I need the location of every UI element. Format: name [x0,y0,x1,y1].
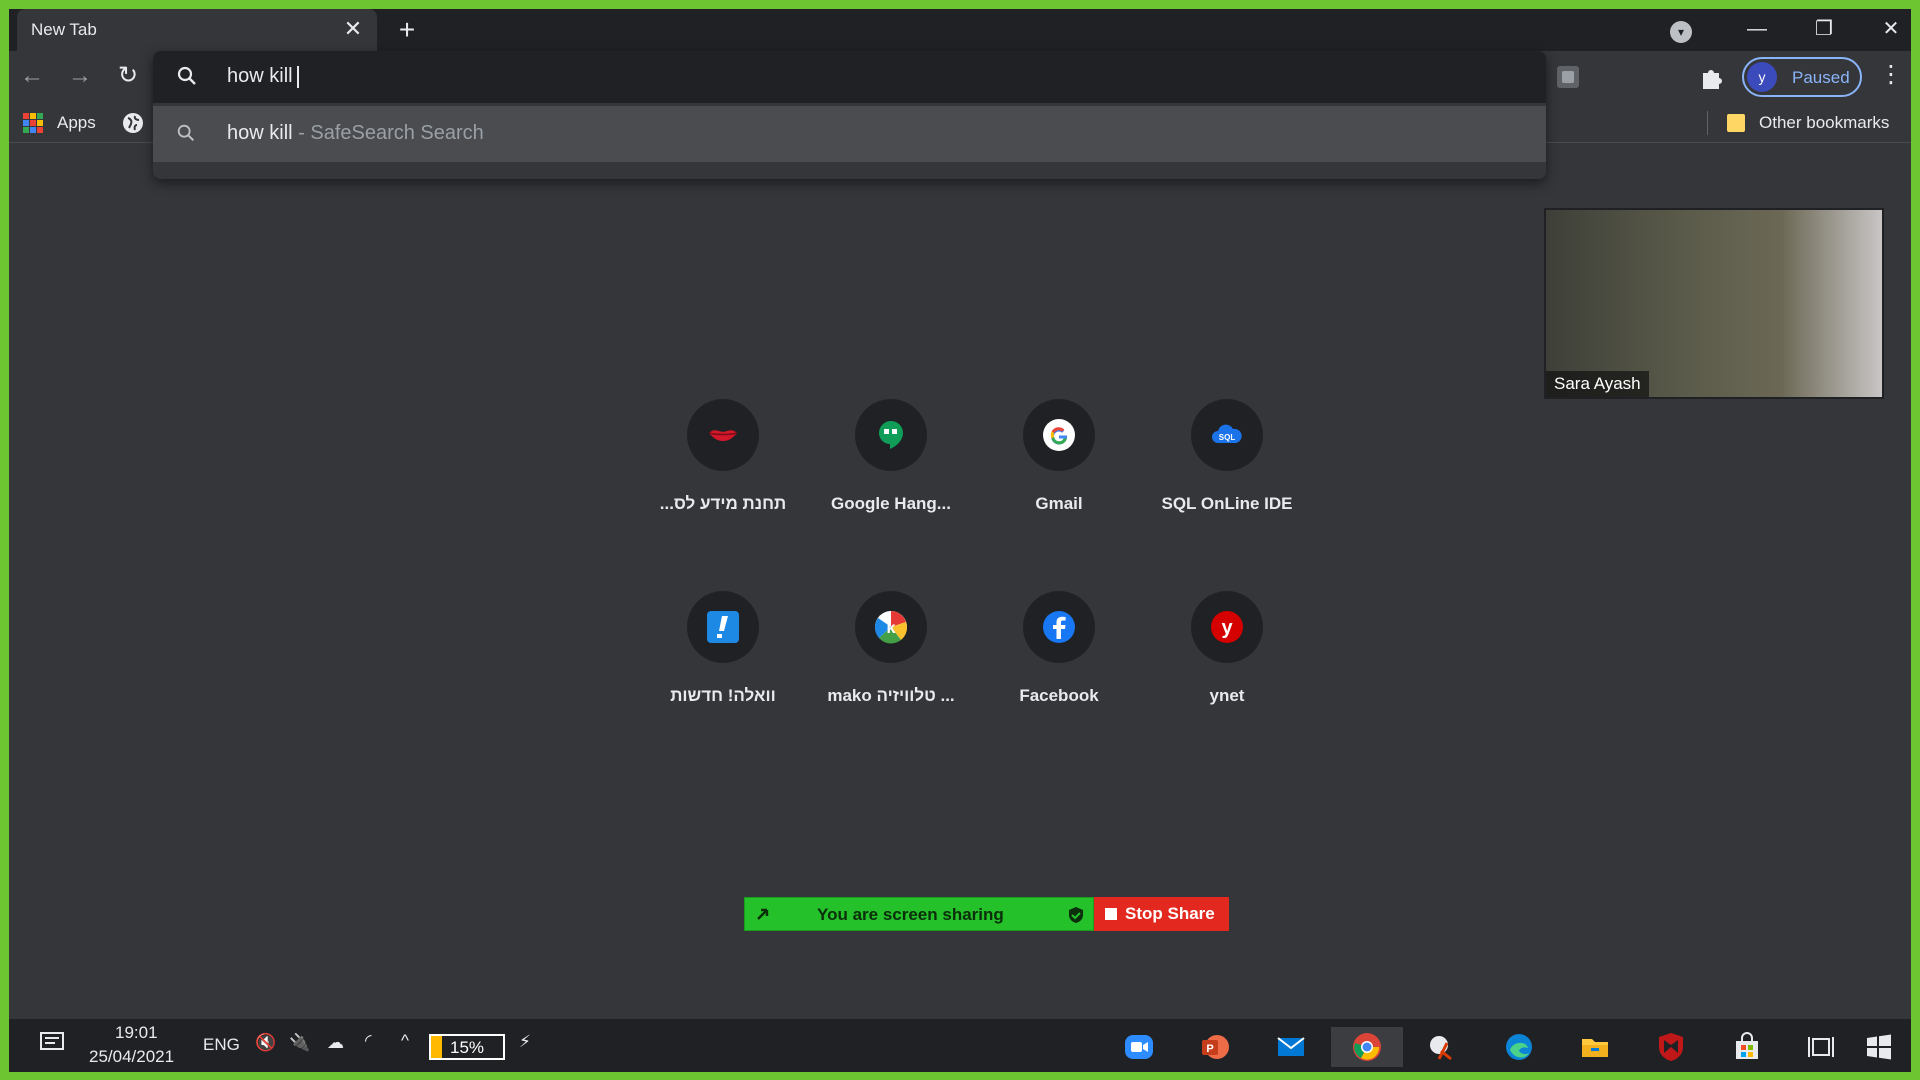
tab-new-tab[interactable]: New Tab ✕ [17,9,377,51]
clock-date[interactable]: 25/04/2021 [89,1047,174,1067]
taskbar: 19:01 25/04/2021 ENG 🔇 🔌 ☁ ◜ ^ 15% ⚡ P [9,1019,1911,1072]
ynet-icon: y [1191,591,1263,663]
minimize-button[interactable]: — [1737,15,1777,43]
reload-button[interactable]: ↻ [113,61,143,91]
chrome-icon[interactable] [1331,1027,1403,1067]
tab-close-icon[interactable]: ✕ [341,17,365,41]
extension-tile-icon[interactable] [1554,63,1582,91]
folder-icon [1727,114,1745,132]
address-input-value: how kill [227,65,293,87]
chevron-up-icon[interactable]: ^ [401,1031,409,1069]
search-icon [177,124,195,142]
shortcut-label: וואלה! חדשות [670,686,776,705]
video-tile[interactable]: Sara Ayash [1544,208,1884,399]
suggestion-text: how kill - SafeSearch Search [227,122,484,145]
mako-icon: k [855,591,927,663]
bookmark-divider [1707,111,1708,135]
forward-button[interactable]: → [65,61,95,91]
stop-icon [1105,908,1117,920]
shortcut-tile[interactable]: Google Hang... [807,384,975,534]
sql-cloud-icon: SQL [1191,399,1263,471]
menu-icon[interactable]: ⋮ [1879,61,1903,91]
svg-text:k: k [887,620,896,637]
suggestion-source: - SafeSearch Search [292,122,484,144]
title-bar: New Tab ✕ + ▾ — ❐ ✕ [9,9,1911,51]
shortcuts-grid: ...תחנת מידע לס Google Hang... Gmail SQL… [639,384,1319,714]
shortcut-label: Gmail [1035,494,1083,513]
svg-text:SQL: SQL [1219,433,1236,442]
restore-button[interactable]: ❐ [1804,15,1844,43]
shortcut-tile[interactable]: Facebook [975,576,1143,726]
onedrive-error-icon[interactable]: ☁ [327,1033,344,1071]
shortcut-tile[interactable]: y ynet [1143,576,1311,726]
svg-text:P: P [1206,1043,1213,1055]
speaker-muted-icon[interactable]: 🔇 [255,1033,276,1071]
snipping-tool-icon[interactable] [1421,1027,1465,1067]
walla-icon [687,591,759,663]
powerpoint-icon[interactable]: P [1193,1027,1237,1067]
shortcut-tile[interactable]: וואלה! חדשות [639,576,807,726]
close-window-button[interactable]: ✕ [1871,15,1911,43]
shortcut-label: ...תחנת מידע לס [659,494,787,513]
mcafee-icon[interactable] [1649,1027,1693,1067]
shortcut-tile[interactable]: SQL SQL OnLine IDE [1143,384,1311,534]
profile-button[interactable]: y Paused [1742,57,1862,97]
new-tab-button[interactable]: + [393,16,421,45]
power-icon[interactable]: 🔌 [289,1033,310,1071]
shortcut-label: Facebook [1019,686,1099,705]
shortcut-tile[interactable]: ...תחנת מידע לס [639,384,807,534]
action-center-icon[interactable] [37,1027,69,1065]
zoom-app-icon[interactable] [1117,1027,1161,1067]
search-icon [177,66,196,85]
address-bar[interactable]: how kill [153,51,1546,103]
stop-share-button[interactable]: Stop Share [1094,897,1229,931]
avatar: y [1747,62,1777,92]
shortcut-label: Google Hang... [831,494,951,513]
hangouts-icon [855,399,927,471]
windows-start-icon[interactable] [1857,1027,1901,1067]
svg-text:y: y [1221,617,1233,639]
share-arrow-icon [757,908,769,920]
tab-search-icon[interactable]: ▾ [1670,21,1692,43]
battery-percent: 15% [449,1038,485,1057]
extensions-puzzle-icon[interactable] [1697,63,1725,91]
screen: New Tab ✕ + ▾ — ❐ ✕ ← → ↻ y Paused ⋮ App… [9,9,1911,1072]
apps-grid-icon[interactable] [23,113,43,133]
tab-title: New Tab [31,20,97,39]
store-icon[interactable] [1725,1027,1769,1067]
shortcut-tile[interactable]: k mako טלוויזיה ... [807,576,975,726]
suggestion-query: how kill [227,122,293,144]
omnibox-dropdown: how kill how kill - SafeSearch Search [153,51,1546,179]
shortcut-tile[interactable]: Gmail [975,384,1143,534]
lips-icon [687,399,759,471]
screen-share-status[interactable]: You are screen sharing [744,897,1094,931]
edge-icon[interactable] [1497,1027,1541,1067]
shortcut-label: mako טלוויזיה ... [827,686,955,705]
back-button[interactable]: ← [17,61,47,91]
suggestion-item[interactable]: how kill - SafeSearch Search [153,106,1546,162]
participant-name: Sara Ayash [1546,371,1649,397]
wifi-icon[interactable]: ◜ [365,1031,372,1069]
globe-icon[interactable] [121,111,145,135]
facebook-icon [1023,591,1095,663]
google-icon [1023,399,1095,471]
task-view-icon[interactable] [1799,1027,1843,1067]
language-indicator[interactable]: ENG [203,1035,240,1072]
shortcut-label: SQL OnLine IDE [1161,494,1293,513]
plug-icon: ⚡ [519,1032,531,1051]
stop-share-label: Stop Share [1125,904,1215,923]
mail-icon[interactable] [1269,1027,1313,1067]
text-caret [296,65,299,88]
apps-bookmark[interactable]: Apps [57,113,96,133]
clock-time[interactable]: 19:01 [115,1023,158,1043]
screen-share-bar: You are screen sharing Stop Share [744,897,1229,931]
shield-icon [1069,907,1083,923]
screen-share-text: You are screen sharing [817,905,1004,924]
file-explorer-icon[interactable] [1573,1027,1617,1067]
address-input[interactable]: how kill [227,65,1127,88]
battery-indicator[interactable]: 15% [429,1034,505,1060]
shortcut-label: ynet [1209,686,1245,705]
profile-status: Paused [1792,68,1850,87]
other-bookmarks[interactable]: Other bookmarks [1759,113,1889,133]
